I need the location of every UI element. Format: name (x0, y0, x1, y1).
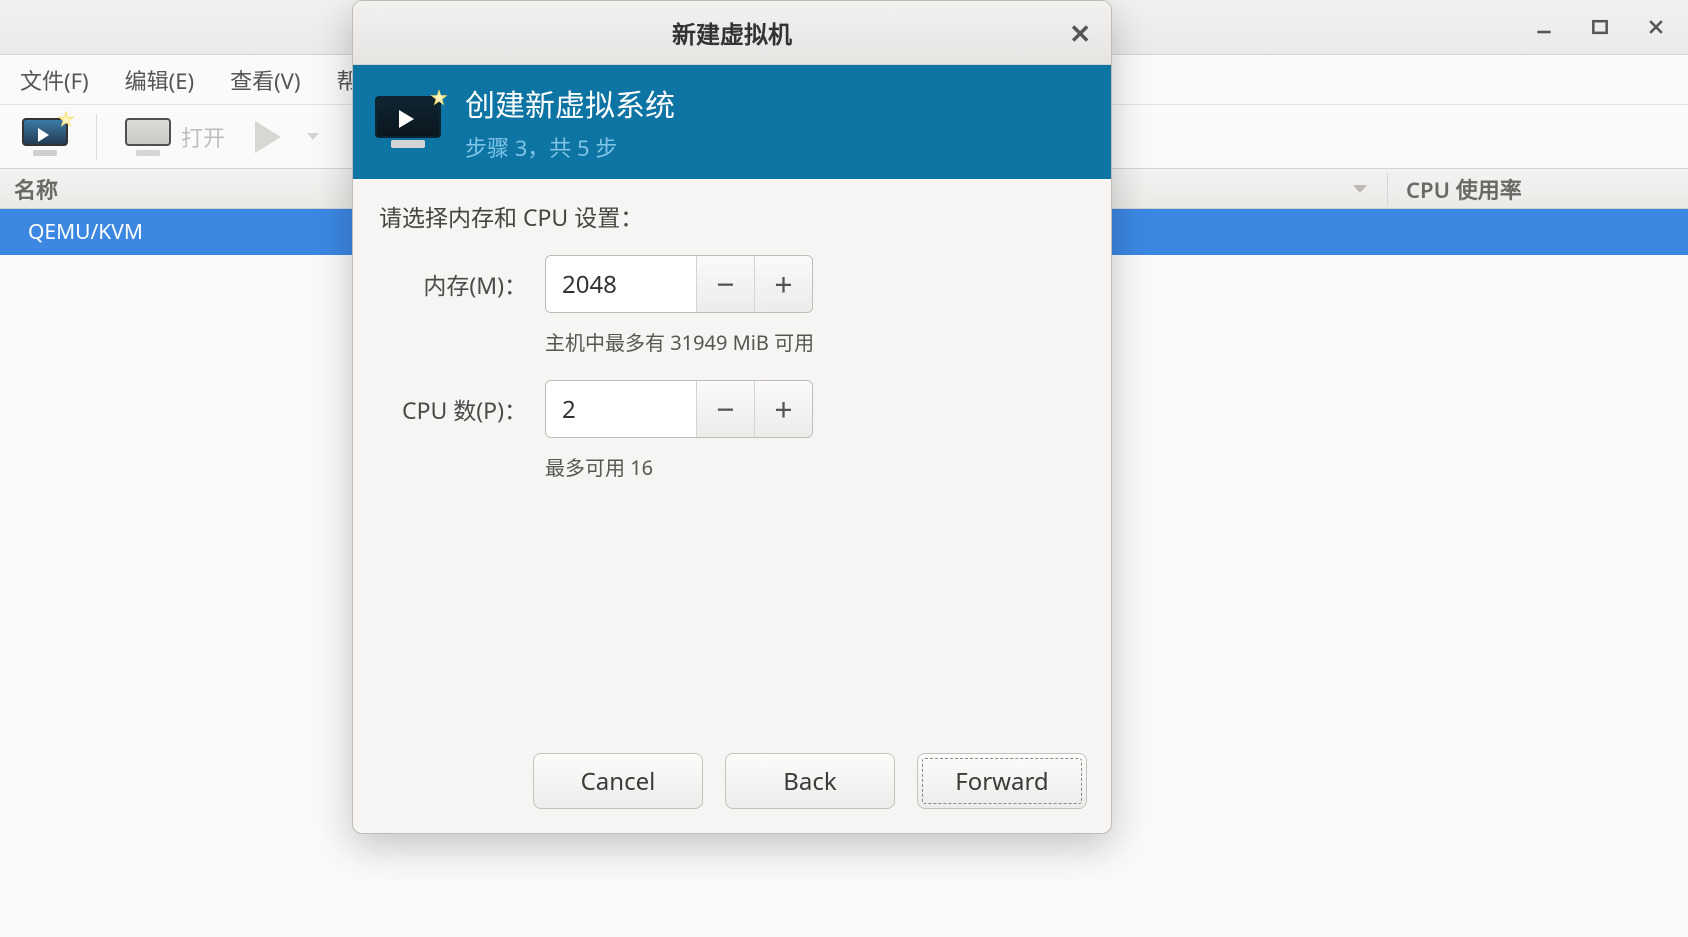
memory-decrement-button[interactable]: − (696, 256, 754, 312)
dialog-title-text: 新建虚拟机 (672, 15, 792, 51)
cancel-button[interactable]: Cancel (533, 753, 703, 809)
cpu-input[interactable] (546, 381, 696, 437)
open-vm-button[interactable]: 打开 (113, 112, 237, 162)
menu-edit[interactable]: 编辑(E) (111, 58, 208, 102)
memory-spinbox: − + (545, 255, 813, 313)
window-maximize-button[interactable] (1586, 13, 1614, 41)
cpu-label: CPU 数(P)： (387, 392, 527, 426)
cpu-spinbox: − + (545, 380, 813, 438)
new-vm-icon (22, 118, 68, 156)
column-header-name-label: 名称 (14, 173, 58, 205)
dialog-action-bar: Cancel Back Forward (353, 735, 1111, 833)
dialog-body: 请选择内存和 CPU 设置： 内存(M)： − + 主机中最多有 31949 M… (353, 179, 1111, 735)
new-vm-dialog: 新建虚拟机 ✕ 创建新虚拟系统 步骤 3，共 5 步 请选择内存和 CPU 设置… (352, 0, 1112, 834)
column-header-cpu[interactable]: CPU 使用率 (1388, 173, 1688, 205)
dialog-instruction: 请选择内存和 CPU 设置： (379, 199, 1085, 233)
cpu-decrement-button[interactable]: − (696, 381, 754, 437)
sort-desc-icon (1353, 185, 1367, 193)
memory-hint: 主机中最多有 31949 MiB 可用 (545, 327, 1085, 356)
forward-button[interactable]: Forward (917, 753, 1087, 809)
dialog-titlebar[interactable]: 新建虚拟机 ✕ (353, 1, 1111, 65)
dialog-banner: 创建新虚拟系统 步骤 3，共 5 步 (353, 65, 1111, 179)
window-close-button[interactable] (1642, 13, 1670, 41)
memory-input[interactable] (546, 256, 696, 312)
menu-view[interactable]: 查看(V) (216, 58, 314, 102)
chevron-down-icon (307, 133, 319, 140)
play-icon (255, 121, 281, 153)
new-vm-button[interactable] (10, 112, 80, 162)
cpu-hint: 最多可用 16 (545, 452, 1085, 481)
cpu-increment-button[interactable]: + (754, 381, 812, 437)
memory-label: 内存(M)： (387, 267, 527, 301)
shutdown-menu-button[interactable] (299, 112, 331, 162)
back-button[interactable]: Back (725, 753, 895, 809)
open-vm-label: 打开 (181, 121, 225, 153)
banner-step: 步骤 3，共 5 步 (465, 131, 675, 163)
toolbar-separator (96, 114, 97, 160)
create-vm-icon (375, 96, 441, 148)
console-icon (125, 118, 171, 156)
window-minimize-button[interactable] (1530, 13, 1558, 41)
run-vm-button[interactable] (243, 112, 293, 162)
menu-file[interactable]: 文件(F) (6, 58, 103, 102)
memory-increment-button[interactable]: + (754, 256, 812, 312)
dialog-close-button[interactable]: ✕ (1069, 15, 1091, 51)
memory-cpu-form: 内存(M)： − + 主机中最多有 31949 MiB 可用 CPU 数(P)：… (387, 255, 1085, 495)
banner-heading: 创建新虚拟系统 (465, 81, 675, 125)
